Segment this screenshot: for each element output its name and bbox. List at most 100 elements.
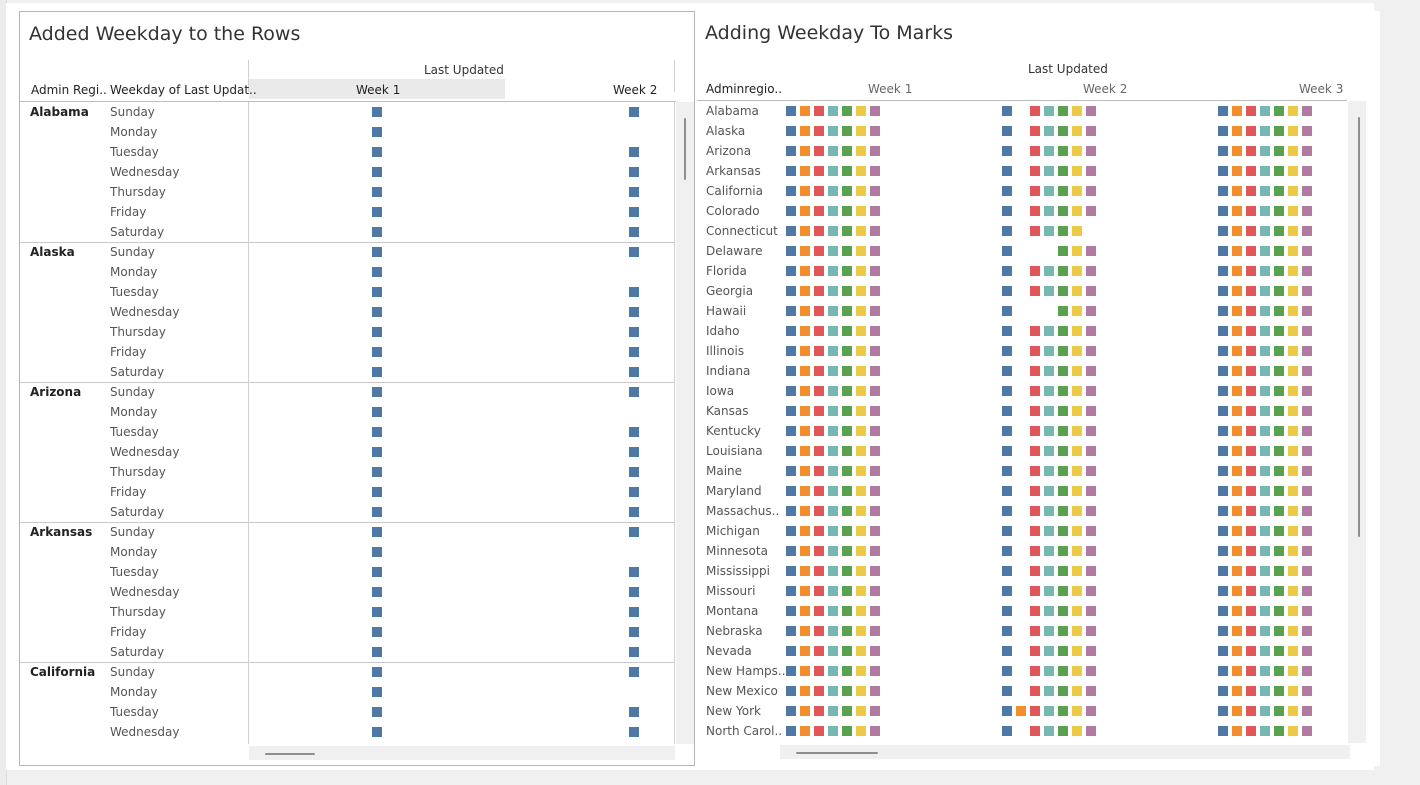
state-label[interactable]: North Carol.. bbox=[706, 721, 782, 741]
mark-square[interactable] bbox=[1086, 726, 1096, 736]
mark-square[interactable] bbox=[1232, 146, 1242, 156]
state-label[interactable]: Connecticut bbox=[706, 221, 778, 241]
mark-square[interactable] bbox=[1002, 466, 1012, 476]
mark-square[interactable] bbox=[1002, 646, 1012, 656]
mark-square[interactable] bbox=[1058, 686, 1068, 696]
mark-square[interactable] bbox=[1232, 186, 1242, 196]
mark-square[interactable] bbox=[1044, 346, 1054, 356]
state-label[interactable]: California bbox=[30, 662, 95, 682]
mark-square[interactable] bbox=[786, 426, 796, 436]
mark-square[interactable] bbox=[856, 686, 866, 696]
mark-square[interactable] bbox=[1232, 226, 1242, 236]
mark-square[interactable] bbox=[629, 387, 639, 397]
mark-square[interactable] bbox=[1058, 566, 1068, 576]
mark-square[interactable] bbox=[814, 106, 824, 116]
mark-square[interactable] bbox=[1086, 526, 1096, 536]
mark-square[interactable] bbox=[828, 146, 838, 156]
state-label[interactable]: Hawaii bbox=[706, 301, 746, 321]
mark-square[interactable] bbox=[1218, 626, 1228, 636]
mark-square[interactable] bbox=[1072, 466, 1082, 476]
mark-square[interactable] bbox=[1002, 446, 1012, 456]
mark-square[interactable] bbox=[814, 206, 824, 216]
mark-square[interactable] bbox=[1246, 686, 1256, 696]
mark-square[interactable] bbox=[842, 546, 852, 556]
weekday-label[interactable]: Saturday bbox=[110, 642, 164, 662]
mark-square[interactable] bbox=[786, 566, 796, 576]
mark-square[interactable] bbox=[1288, 266, 1298, 276]
mark-square[interactable] bbox=[842, 266, 852, 276]
mark-square[interactable] bbox=[1044, 366, 1054, 376]
mark-square[interactable] bbox=[1260, 586, 1270, 596]
mark-square[interactable] bbox=[1232, 666, 1242, 676]
mark-square[interactable] bbox=[1218, 366, 1228, 376]
mark-square[interactable] bbox=[828, 486, 838, 496]
mark-square[interactable] bbox=[786, 226, 796, 236]
mark-square[interactable] bbox=[814, 706, 824, 716]
horizontal-scrollbar-thumb[interactable] bbox=[265, 753, 315, 755]
mark-square[interactable] bbox=[1246, 506, 1256, 516]
mark-square[interactable] bbox=[1002, 546, 1012, 556]
mark-square[interactable] bbox=[1058, 206, 1068, 216]
state-label[interactable]: Idaho bbox=[706, 321, 739, 341]
mark-square[interactable] bbox=[1030, 186, 1040, 196]
mark-square[interactable] bbox=[1274, 426, 1284, 436]
mark-square[interactable] bbox=[870, 326, 880, 336]
mark-square[interactable] bbox=[1058, 226, 1068, 236]
mark-square[interactable] bbox=[856, 546, 866, 556]
mark-square[interactable] bbox=[1288, 546, 1298, 556]
state-label[interactable]: Arkansas bbox=[30, 522, 92, 542]
mark-square[interactable] bbox=[1002, 166, 1012, 176]
mark-square[interactable] bbox=[870, 286, 880, 296]
mark-square[interactable] bbox=[1072, 406, 1082, 416]
mark-square[interactable] bbox=[842, 146, 852, 156]
mark-square[interactable] bbox=[1302, 486, 1312, 496]
mark-square[interactable] bbox=[800, 626, 810, 636]
mark-square[interactable] bbox=[629, 467, 639, 477]
mark-square[interactable] bbox=[800, 566, 810, 576]
mark-square[interactable] bbox=[1072, 626, 1082, 636]
mark-square[interactable] bbox=[1058, 406, 1068, 416]
mark-square[interactable] bbox=[828, 226, 838, 236]
mark-square[interactable] bbox=[1232, 626, 1242, 636]
mark-square[interactable] bbox=[1246, 566, 1256, 576]
weekday-label[interactable]: Thursday bbox=[110, 322, 166, 342]
mark-square[interactable] bbox=[828, 386, 838, 396]
vertical-scrollbar-thumb[interactable] bbox=[1358, 117, 1360, 537]
mark-square[interactable] bbox=[1274, 186, 1284, 196]
mark-square[interactable] bbox=[372, 687, 382, 697]
mark-square[interactable] bbox=[856, 626, 866, 636]
mark-square[interactable] bbox=[1302, 146, 1312, 156]
mark-square[interactable] bbox=[870, 486, 880, 496]
mark-square[interactable] bbox=[1072, 106, 1082, 116]
mark-square[interactable] bbox=[1030, 666, 1040, 676]
weekday-label[interactable]: Sunday bbox=[110, 662, 155, 682]
mark-square[interactable] bbox=[800, 506, 810, 516]
mark-square[interactable] bbox=[1002, 386, 1012, 396]
mark-square[interactable] bbox=[870, 566, 880, 576]
mark-square[interactable] bbox=[1044, 186, 1054, 196]
mark-square[interactable] bbox=[629, 447, 639, 457]
mark-square[interactable] bbox=[1274, 386, 1284, 396]
mark-square[interactable] bbox=[800, 226, 810, 236]
mark-square[interactable] bbox=[842, 326, 852, 336]
mark-square[interactable] bbox=[629, 307, 639, 317]
mark-square[interactable] bbox=[856, 126, 866, 136]
mark-square[interactable] bbox=[842, 126, 852, 136]
mark-square[interactable] bbox=[1086, 646, 1096, 656]
mark-square[interactable] bbox=[629, 727, 639, 737]
mark-square[interactable] bbox=[1030, 506, 1040, 516]
mark-square[interactable] bbox=[1218, 186, 1228, 196]
mark-square[interactable] bbox=[1260, 306, 1270, 316]
mark-square[interactable] bbox=[856, 246, 866, 256]
mark-square[interactable] bbox=[372, 587, 382, 597]
mark-square[interactable] bbox=[842, 606, 852, 616]
mark-square[interactable] bbox=[1058, 166, 1068, 176]
mark-square[interactable] bbox=[1086, 146, 1096, 156]
mark-square[interactable] bbox=[814, 246, 824, 256]
mark-square[interactable] bbox=[1274, 346, 1284, 356]
mark-square[interactable] bbox=[842, 526, 852, 536]
weekday-label[interactable]: Wednesday bbox=[110, 722, 179, 742]
mark-square[interactable] bbox=[1086, 346, 1096, 356]
mark-square[interactable] bbox=[828, 546, 838, 556]
mark-square[interactable] bbox=[1260, 366, 1270, 376]
